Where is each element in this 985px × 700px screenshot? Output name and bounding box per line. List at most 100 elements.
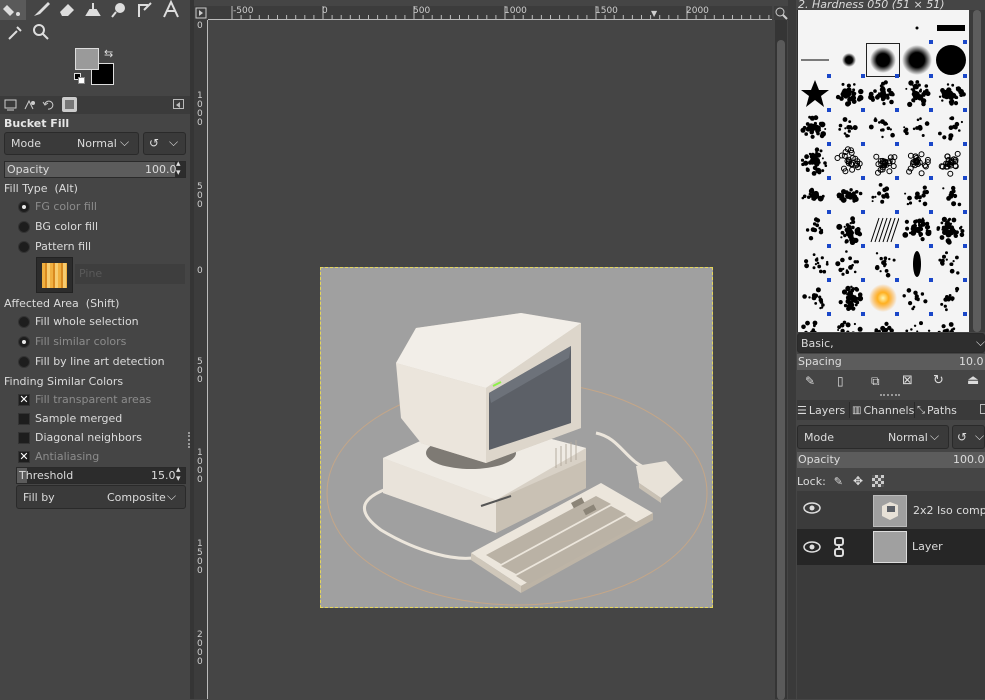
- brush-preset-item[interactable]: [935, 44, 967, 76]
- fill-type-option-pattern[interactable]: Pattern fill: [18, 240, 91, 253]
- brush-preset-item[interactable]: [833, 112, 865, 144]
- fill-by-dropdown[interactable]: Fill by Composite ⌵: [16, 485, 186, 509]
- brush-preset-item[interactable]: [935, 146, 967, 178]
- affected-option-whole[interactable]: Fill whole selection: [18, 315, 139, 328]
- radio-line-art[interactable]: [18, 356, 30, 368]
- fill-type-option-fg[interactable]: FG color fill: [18, 200, 97, 213]
- clone-tool-button[interactable]: [82, 0, 104, 20]
- brush-preset-item[interactable]: [935, 214, 967, 246]
- device-status-tab[interactable]: [23, 98, 37, 111]
- brush-preset-item[interactable]: [799, 282, 831, 314]
- images-tab[interactable]: [62, 97, 77, 112]
- refresh-brushes-icon[interactable]: ↻: [933, 373, 944, 388]
- radio-bg-fill[interactable]: [18, 221, 30, 233]
- default-colors-icon[interactable]: [74, 73, 86, 85]
- brush-preset-item[interactable]: [935, 180, 967, 212]
- radio-fg-fill[interactable]: [18, 201, 30, 213]
- brush-preset-item[interactable]: [833, 146, 865, 178]
- brush-preset-item[interactable]: [867, 180, 899, 212]
- brush-preset-item[interactable]: [901, 214, 933, 246]
- layer-opacity-slider[interactable]: Opacity 100.0: [797, 452, 985, 468]
- vertical-ruler[interactable]: 0 1 0 0 0 5 0 0 0 5 0 0 1 0 0 0 1 5 0 0 …: [194, 20, 208, 699]
- delete-brush-icon[interactable]: ⊠: [902, 373, 913, 388]
- quick-mask-toggle[interactable]: [194, 6, 208, 20]
- brush-preset-item[interactable]: [799, 78, 831, 110]
- smudge-tool-button[interactable]: [108, 0, 130, 20]
- brush-preset-item[interactable]: [833, 214, 865, 246]
- paths-tab[interactable]: ⤡ Paths: [914, 402, 957, 418]
- option-antialiasing[interactable]: ✕ Antialiasing: [18, 450, 99, 463]
- brush-preset-item[interactable]: [799, 316, 831, 332]
- tool-options-tab[interactable]: [4, 98, 18, 111]
- brush-preset-item[interactable]: [935, 78, 967, 110]
- brush-preset-item[interactable]: [901, 180, 933, 212]
- undo-history-tab[interactable]: [42, 98, 56, 111]
- radio-pattern-fill[interactable]: [18, 241, 30, 253]
- radio-similar-colors[interactable]: [18, 336, 30, 348]
- brush-preset-item[interactable]: [867, 316, 899, 332]
- brush-preset-item[interactable]: [833, 316, 865, 332]
- radio-whole-selection[interactable]: [18, 316, 30, 328]
- eye-icon[interactable]: [803, 540, 821, 557]
- dock-resize-handle[interactable]: [880, 394, 900, 396]
- mode-dropdown[interactable]: Mode Normal ⌵: [4, 132, 139, 155]
- layers-tab[interactable]: ☰ Layers: [797, 402, 845, 418]
- reset-mode-dropdown[interactable]: ↺ ⌵: [143, 132, 186, 155]
- vertical-scrollbar[interactable]: [775, 20, 787, 699]
- lock-position-icon[interactable]: ✥: [853, 474, 863, 488]
- opacity-slider[interactable]: Opacity 100.0 ▴▾: [4, 161, 186, 178]
- brush-preset-item[interactable]: [833, 282, 865, 314]
- brush-preset-item[interactable]: [833, 248, 865, 280]
- layer-row[interactable]: Layer: [797, 529, 985, 565]
- eye-icon[interactable]: [803, 501, 821, 518]
- paintbrush-tool-button[interactable]: [30, 0, 52, 20]
- brush-preset-item[interactable]: [901, 316, 933, 332]
- spacing-slider[interactable]: Spacing 10.0: [797, 354, 985, 370]
- channels-tab[interactable]: ▥ Channels: [849, 402, 914, 418]
- color-picker-tool-button[interactable]: [4, 22, 26, 42]
- paths-tool-button[interactable]: [134, 0, 156, 20]
- brush-preset-item[interactable]: [799, 44, 831, 76]
- brush-preset-item[interactable]: [901, 112, 933, 144]
- option-sample-merged[interactable]: Sample merged: [18, 412, 122, 425]
- brush-preset-item[interactable]: [867, 146, 899, 178]
- brush-preset-item[interactable]: [901, 282, 933, 314]
- new-brush-icon[interactable]: ▯: [837, 374, 844, 388]
- scrollbar-thumb[interactable]: [973, 10, 981, 332]
- brush-preset-item[interactable]: [799, 248, 831, 280]
- configure-tab-icon[interactable]: [173, 99, 184, 109]
- text-tool-button[interactable]: [160, 0, 182, 20]
- open-folder-icon[interactable]: ⏏: [967, 373, 979, 388]
- brush-preset-item[interactable]: [799, 112, 831, 144]
- eraser-tool-button[interactable]: [56, 0, 78, 20]
- option-fill-transparent[interactable]: ✕ Fill transparent areas: [18, 393, 151, 406]
- swap-colors-icon[interactable]: ⇆: [104, 47, 113, 60]
- chain-link-icon[interactable]: [833, 537, 845, 560]
- zoom-tool-button[interactable]: [30, 22, 52, 42]
- brush-preset-item[interactable]: [901, 248, 933, 280]
- brushes-scrollbar[interactable]: [969, 10, 985, 332]
- bucket-fill-tool-button[interactable]: [0, 0, 26, 20]
- fill-type-option-bg[interactable]: BG color fill: [18, 220, 98, 233]
- brush-preset-item[interactable]: [935, 316, 967, 332]
- lock-pixels-icon[interactable]: ✎: [834, 475, 843, 488]
- brush-preset-item[interactable]: [867, 282, 899, 314]
- edit-brush-icon[interactable]: ✎: [805, 374, 815, 388]
- brush-preset-item[interactable]: [867, 112, 899, 144]
- brush-preset-item[interactable]: [935, 248, 967, 280]
- affected-option-line-art[interactable]: Fill by line art detection: [18, 355, 165, 368]
- duplicate-brush-icon[interactable]: ⧉: [871, 374, 880, 389]
- checkbox-fill-transparent[interactable]: ✕: [18, 394, 30, 406]
- checkbox-sample-merged[interactable]: [18, 413, 30, 425]
- image-canvas[interactable]: [320, 267, 713, 608]
- foreground-color-swatch[interactable]: [75, 48, 99, 70]
- brush-preset-item[interactable]: [901, 78, 933, 110]
- threshold-slider[interactable]: Threshold 15.0 ▴▾: [16, 467, 186, 484]
- brush-preset-item[interactable]: [799, 146, 831, 178]
- configure-tab-icon[interactable]: [980, 404, 985, 414]
- brush-preset-item[interactable]: [901, 44, 933, 76]
- brush-preset-item[interactable]: [935, 112, 967, 144]
- checkbox-antialiasing[interactable]: ✕: [18, 451, 30, 463]
- spin-arrows-icon[interactable]: ▴▾: [176, 160, 181, 178]
- layer-row[interactable]: 2x2 Iso comp.jpg: [797, 493, 985, 529]
